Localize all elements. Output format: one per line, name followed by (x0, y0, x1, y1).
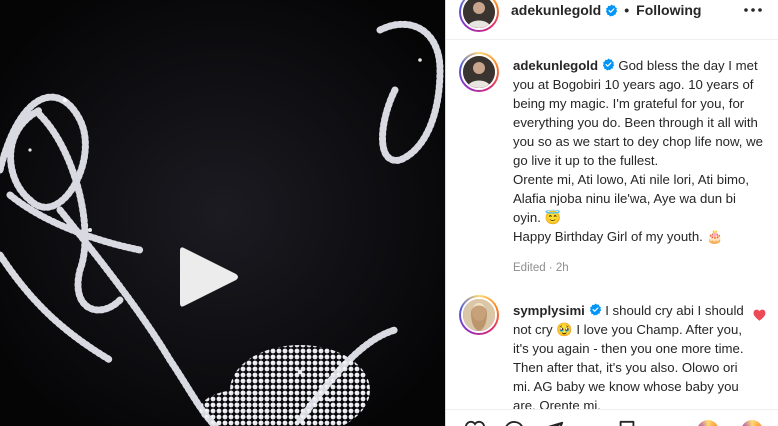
caption-text-line-3: Happy Birthday Girl of my youth. 🎂 (513, 229, 723, 244)
liker-avatar[interactable] (741, 420, 763, 426)
video-frame (0, 0, 445, 426)
header-separator: • (624, 2, 630, 18)
comment-item: symplysimi I should cry abi I should not… (513, 301, 745, 415)
comment-username[interactable]: symplysimi (513, 303, 585, 318)
author-username[interactable]: adekunlegold (511, 2, 601, 18)
verified-badge-icon (606, 4, 618, 17)
post-side-panel: adekunlegold • Following adekunlegold Go… (445, 0, 778, 426)
like-icon[interactable] (464, 420, 486, 426)
caption-text-line-1: God bless the day I met you at Bogobiri … (513, 58, 763, 168)
caption-text-line-2: Orente mi, Ati lowo, Ati nile lori, Ati … (513, 172, 750, 225)
commenter-avatar[interactable] (459, 295, 499, 335)
comment-text: I should cry abi I should not cry 🥹 I lo… (513, 303, 744, 413)
play-icon[interactable] (176, 242, 242, 312)
caption-author-avatar[interactable] (459, 52, 499, 92)
more-options-icon[interactable] (743, 2, 763, 18)
post-header: adekunlegold • Following (446, 0, 778, 40)
caption-username[interactable]: adekunlegold (513, 58, 598, 73)
liker-avatar[interactable] (697, 420, 719, 426)
verified-badge-icon (602, 58, 614, 71)
author-avatar[interactable] (459, 0, 499, 32)
post-caption: adekunlegold God bless the day I met you… (513, 56, 765, 246)
post-action-bar (446, 409, 778, 426)
caption-meta: Edited · 2h (513, 262, 569, 274)
save-icon[interactable] (616, 420, 638, 426)
following-button[interactable]: Following (636, 2, 701, 18)
share-icon[interactable] (542, 420, 564, 426)
comment-icon[interactable] (503, 420, 525, 426)
post-video[interactable] (0, 0, 445, 426)
verified-badge-icon (589, 303, 601, 316)
heart-icon[interactable] (753, 309, 766, 321)
